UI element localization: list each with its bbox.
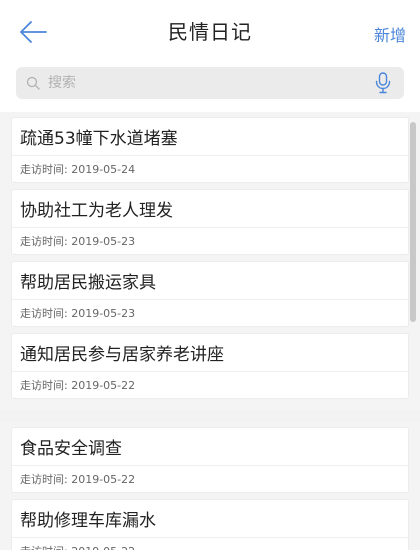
add-button[interactable]: 新增 [374,22,406,46]
header-bar: 民情日记 新增 [0,0,420,60]
item-title: 协助社工为老人理发 [12,190,408,228]
search-icon [26,75,42,91]
search-bar [0,60,420,108]
list-group: 疏通53幢下水道堵塞 走访时间: 2019-05-24 协助社工为老人理发 走访… [0,112,420,410]
list-item[interactable]: 协助社工为老人理发 走访时间: 2019-05-23 [12,190,408,254]
item-visit-time: 走访时间: 2019-05-22 [20,379,136,392]
diary-list[interactable]: 疏通53幢下水道堵塞 走访时间: 2019-05-24 协助社工为老人理发 走访… [0,112,420,550]
list-item[interactable]: 食品安全调查 走访时间: 2019-05-22 [12,428,408,492]
microphone-icon[interactable] [372,71,394,95]
search-input[interactable] [48,75,372,91]
search-box[interactable] [16,67,404,99]
list-item[interactable]: 帮助修理车库漏水 走访时间: 2019-05-22 [12,500,408,550]
app-screen: 民情日记 新增 疏通53幢下水道堵塞 [0,0,420,550]
list-item[interactable]: 疏通53幢下水道堵塞 走访时间: 2019-05-24 [12,118,408,182]
item-title: 帮助居民搬运家具 [12,262,408,300]
item-title: 帮助修理车库漏水 [12,500,408,538]
item-title: 疏通53幢下水道堵塞 [12,118,408,156]
page-title: 民情日记 [168,19,252,44]
scrollbar[interactable] [410,122,416,322]
item-visit-time: 走访时间: 2019-05-23 [20,235,136,248]
item-visit-time: 走访时间: 2019-05-22 [20,473,136,486]
list-group: 食品安全调查 走访时间: 2019-05-22 帮助修理车库漏水 走访时间: 2… [0,422,420,550]
item-title: 通知居民参与居家养老讲座 [12,334,408,372]
item-visit-time: 走访时间: 2019-05-24 [20,163,136,176]
item-title: 食品安全调查 [12,428,408,466]
item-visit-time: 走访时间: 2019-05-22 [12,538,408,550]
back-button[interactable] [16,18,50,46]
list-item[interactable]: 通知居民参与居家养老讲座 走访时间: 2019-05-22 [12,334,408,398]
list-item[interactable]: 帮助居民搬运家具 走访时间: 2019-05-23 [12,262,408,326]
arrow-left-icon [20,21,47,43]
item-visit-time: 走访时间: 2019-05-23 [20,307,136,320]
